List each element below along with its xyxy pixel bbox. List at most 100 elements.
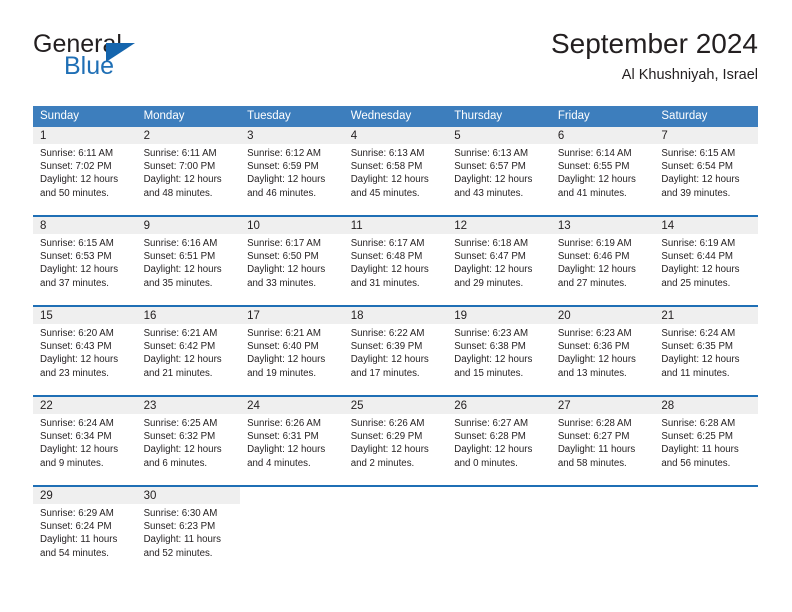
calendar-day-cell[interactable]: 11 Sunrise: 6:17 AM Sunset: 6:48 PM Dayligh… bbox=[343, 215, 448, 306]
daylight-text-line2: and 58 minutes. bbox=[557, 457, 627, 469]
day-details: Sunrise: 6:13 AM Sunset: 6:57 PM Daylight:… bbox=[447, 144, 551, 200]
sunset-text: Sunset: 6:28 PM bbox=[454, 431, 526, 443]
calendar-day-cell[interactable]: 5 Sunrise: 6:13 AM Sunset: 6:57 PM Daylight… bbox=[447, 127, 551, 216]
day-number bbox=[240, 487, 344, 504]
day-cell-inner: 26 Sunrise: 6:27 AM Sunset: 6:28 PM Dayligh… bbox=[447, 397, 551, 485]
calendar-day-cell[interactable]: 17 Sunrise: 6:21 AM Sunset: 6:40 PM Dayligh… bbox=[240, 305, 344, 396]
day-details: Sunrise: 6:21 AM Sunset: 6:42 PM Daylight:… bbox=[137, 324, 241, 380]
day-number bbox=[654, 487, 758, 504]
calendar-day-cell[interactable]: 20 Sunrise: 6:23 AM Sunset: 6:36 PM Dayligh… bbox=[550, 305, 655, 396]
day-number bbox=[344, 487, 448, 504]
sunrise-text: Sunrise: 6:13 AM bbox=[454, 148, 529, 159]
daylight-text-line2: and 17 minutes. bbox=[350, 367, 420, 379]
daylight-text-line2: and 41 minutes. bbox=[557, 187, 627, 199]
day-cell-inner: 25 Sunrise: 6:26 AM Sunset: 6:29 PM Dayligh… bbox=[343, 397, 448, 485]
calendar-day-cell[interactable]: 6 Sunrise: 6:14 AM Sunset: 6:55 PM Daylight… bbox=[550, 127, 655, 216]
day-cell-inner: 12 Sunrise: 6:18 AM Sunset: 6:47 PM Dayligh… bbox=[447, 217, 551, 305]
day-number: 30 bbox=[143, 490, 157, 502]
sunset-text: Sunset: 6:39 PM bbox=[350, 341, 423, 353]
calendar-day-cell[interactable]: 4 Sunrise: 6:13 AM Sunset: 6:58 PM Daylight… bbox=[343, 127, 448, 216]
day-number: 16 bbox=[143, 310, 157, 322]
sunrise-text: Sunrise: 6:23 AM bbox=[454, 328, 529, 339]
day-details: Sunrise: 6:17 AM Sunset: 6:48 PM Daylight:… bbox=[344, 234, 448, 290]
sunrise-text: Sunrise: 6:20 AM bbox=[40, 328, 114, 339]
calendar-day-cell[interactable]: 9 Sunrise: 6:16 AM Sunset: 6:51 PM Daylight… bbox=[136, 215, 241, 306]
calendar-day-cell[interactable]: 15 Sunrise: 6:20 AM Sunset: 6:43 PM Dayligh… bbox=[33, 305, 137, 396]
brand-logo[interactable]: General Blue bbox=[33, 30, 273, 90]
daylight-text-line1: Daylight: 12 hours bbox=[350, 444, 429, 456]
day-details: Sunrise: 6:23 AM Sunset: 6:36 PM Daylight:… bbox=[551, 324, 655, 380]
day-cell-inner: 13 Sunrise: 6:19 AM Sunset: 6:46 PM Dayligh… bbox=[550, 217, 655, 305]
calendar-day-cell[interactable]: 14 Sunrise: 6:19 AM Sunset: 6:44 PM Dayligh… bbox=[654, 215, 758, 306]
calendar-day-cell[interactable]: 28 Sunrise: 6:28 AM Sunset: 6:25 PM Dayligh… bbox=[654, 395, 758, 486]
day-cell-inner: 1 Sunrise: 6:11 AM Sunset: 7:02 PM Daylight… bbox=[33, 127, 137, 215]
calendar-day-cell[interactable]: 22 Sunrise: 6:24 AM Sunset: 6:34 PM Dayligh… bbox=[33, 395, 137, 486]
day-number: 11 bbox=[350, 220, 363, 232]
sunset-text: Sunset: 6:23 PM bbox=[143, 521, 216, 533]
sunset-text: Sunset: 6:42 PM bbox=[143, 341, 216, 353]
calendar-day-cell[interactable]: 3 Sunrise: 6:12 AM Sunset: 6:59 PM Daylight… bbox=[240, 127, 344, 216]
daylight-text-line2: and 19 minutes. bbox=[247, 367, 317, 379]
sunset-text: Sunset: 6:48 PM bbox=[350, 251, 423, 263]
day-cell-inner: 30 Sunrise: 6:30 AM Sunset: 6:23 PM Dayligh… bbox=[136, 487, 241, 575]
day-details: Sunrise: 6:26 AM Sunset: 6:31 PM Daylight:… bbox=[240, 414, 344, 470]
calendar-day-cell[interactable]: 27 Sunrise: 6:28 AM Sunset: 6:27 PM Dayligh… bbox=[550, 395, 655, 486]
day-cell-inner: 29 Sunrise: 6:29 AM Sunset: 6:24 PM Dayligh… bbox=[33, 487, 137, 575]
calendar-day-cell[interactable]: 26 Sunrise: 6:27 AM Sunset: 6:28 PM Dayligh… bbox=[447, 395, 551, 486]
day-cell-inner: 27 Sunrise: 6:28 AM Sunset: 6:27 PM Dayligh… bbox=[550, 397, 655, 485]
calendar-day-cell[interactable]: 19 Sunrise: 6:23 AM Sunset: 6:38 PM Dayligh… bbox=[447, 305, 551, 396]
calendar-day-cell[interactable]: 7 Sunrise: 6:15 AM Sunset: 6:54 PM Daylight… bbox=[654, 127, 758, 216]
calendar-day-cell[interactable]: 18 Sunrise: 6:22 AM Sunset: 6:39 PM Dayligh… bbox=[343, 305, 448, 396]
weekday-header-saturday: Saturday bbox=[654, 106, 758, 127]
daylight-text-line1: Daylight: 12 hours bbox=[143, 264, 222, 276]
daylight-text-line1: Daylight: 12 hours bbox=[557, 354, 636, 366]
day-cell-inner: 4 Sunrise: 6:13 AM Sunset: 6:58 PM Daylight… bbox=[343, 127, 448, 215]
sunrise-text: Sunrise: 6:11 AM bbox=[40, 148, 114, 159]
calendar-day-cell[interactable]: 25 Sunrise: 6:26 AM Sunset: 6:29 PM Dayligh… bbox=[343, 395, 448, 486]
calendar-day-cell[interactable]: 1 Sunrise: 6:11 AM Sunset: 7:02 PM Daylight… bbox=[33, 127, 137, 216]
calendar-day-cell[interactable]: 2 Sunrise: 6:11 AM Sunset: 7:00 PM Daylight… bbox=[136, 127, 241, 216]
calendar-day-cell bbox=[654, 485, 758, 575]
calendar-day-cell[interactable]: 12 Sunrise: 6:18 AM Sunset: 6:47 PM Dayligh… bbox=[447, 215, 551, 306]
day-cell-inner: 18 Sunrise: 6:22 AM Sunset: 6:39 PM Dayligh… bbox=[343, 307, 448, 395]
sunset-text: Sunset: 6:51 PM bbox=[143, 251, 216, 263]
daylight-text-line2: and 31 minutes. bbox=[350, 277, 420, 289]
day-cell-inner: 11 Sunrise: 6:17 AM Sunset: 6:48 PM Dayligh… bbox=[343, 217, 448, 305]
calendar-day-cell[interactable]: 24 Sunrise: 6:26 AM Sunset: 6:31 PM Dayligh… bbox=[240, 395, 344, 486]
daylight-text-line1: Daylight: 11 hours bbox=[143, 534, 221, 546]
calendar-week-row: 8 Sunrise: 6:15 AM Sunset: 6:53 PM Daylight… bbox=[33, 215, 758, 306]
calendar-day-cell[interactable]: 10 Sunrise: 6:17 AM Sunset: 6:50 PM Dayligh… bbox=[240, 215, 344, 306]
calendar-day-cell[interactable]: 29 Sunrise: 6:29 AM Sunset: 6:24 PM Dayligh… bbox=[33, 485, 137, 575]
day-details: Sunrise: 6:24 AM Sunset: 6:34 PM Daylight:… bbox=[33, 414, 137, 470]
sunrise-text: Sunrise: 6:21 AM bbox=[247, 328, 321, 339]
day-number: 13 bbox=[557, 220, 571, 232]
day-number: 4 bbox=[350, 130, 358, 142]
calendar-day-cell[interactable]: 21 Sunrise: 6:24 AM Sunset: 6:35 PM Dayligh… bbox=[654, 305, 758, 396]
day-number: 20 bbox=[557, 310, 571, 322]
daylight-text-line2: and 6 minutes. bbox=[143, 457, 208, 469]
sunset-text: Sunset: 6:50 PM bbox=[247, 251, 319, 263]
day-details: Sunrise: 6:19 AM Sunset: 6:46 PM Daylight:… bbox=[551, 234, 655, 290]
daylight-text-line1: Daylight: 12 hours bbox=[143, 354, 222, 366]
day-details: Sunrise: 6:21 AM Sunset: 6:40 PM Daylight:… bbox=[240, 324, 344, 380]
weekday-header-friday: Friday bbox=[550, 106, 655, 127]
daylight-text-line1: Daylight: 12 hours bbox=[661, 174, 740, 186]
calendar-grid: Sunday Monday Tuesday Wednesday Thursday… bbox=[33, 106, 758, 575]
calendar-day-cell bbox=[343, 485, 448, 575]
calendar-day-cell[interactable]: 8 Sunrise: 6:15 AM Sunset: 6:53 PM Daylight… bbox=[33, 215, 137, 306]
sunset-text: Sunset: 7:00 PM bbox=[143, 161, 216, 173]
calendar-day-cell[interactable]: 16 Sunrise: 6:21 AM Sunset: 6:42 PM Dayligh… bbox=[136, 305, 241, 396]
sunset-text: Sunset: 6:29 PM bbox=[350, 431, 423, 443]
calendar-day-cell[interactable]: 23 Sunrise: 6:25 AM Sunset: 6:32 PM Dayligh… bbox=[136, 395, 241, 486]
day-details: Sunrise: 6:23 AM Sunset: 6:38 PM Daylight:… bbox=[447, 324, 551, 380]
day-cell-inner: 15 Sunrise: 6:20 AM Sunset: 6:43 PM Dayligh… bbox=[33, 307, 137, 395]
daylight-text-line2: and 2 minutes. bbox=[350, 457, 415, 469]
calendar-week-row: 22 Sunrise: 6:24 AM Sunset: 6:34 PM Dayligh… bbox=[33, 395, 758, 486]
calendar-day-cell[interactable]: 30 Sunrise: 6:30 AM Sunset: 6:23 PM Dayligh… bbox=[136, 485, 241, 575]
day-number: 17 bbox=[247, 310, 260, 322]
daylight-text-line1: Daylight: 12 hours bbox=[454, 354, 533, 366]
daylight-text-line1: Daylight: 12 hours bbox=[557, 174, 636, 186]
calendar-day-cell[interactable]: 13 Sunrise: 6:19 AM Sunset: 6:46 PM Dayligh… bbox=[550, 215, 655, 306]
day-number: 29 bbox=[40, 490, 53, 502]
sunrise-text: Sunrise: 6:13 AM bbox=[350, 148, 425, 159]
